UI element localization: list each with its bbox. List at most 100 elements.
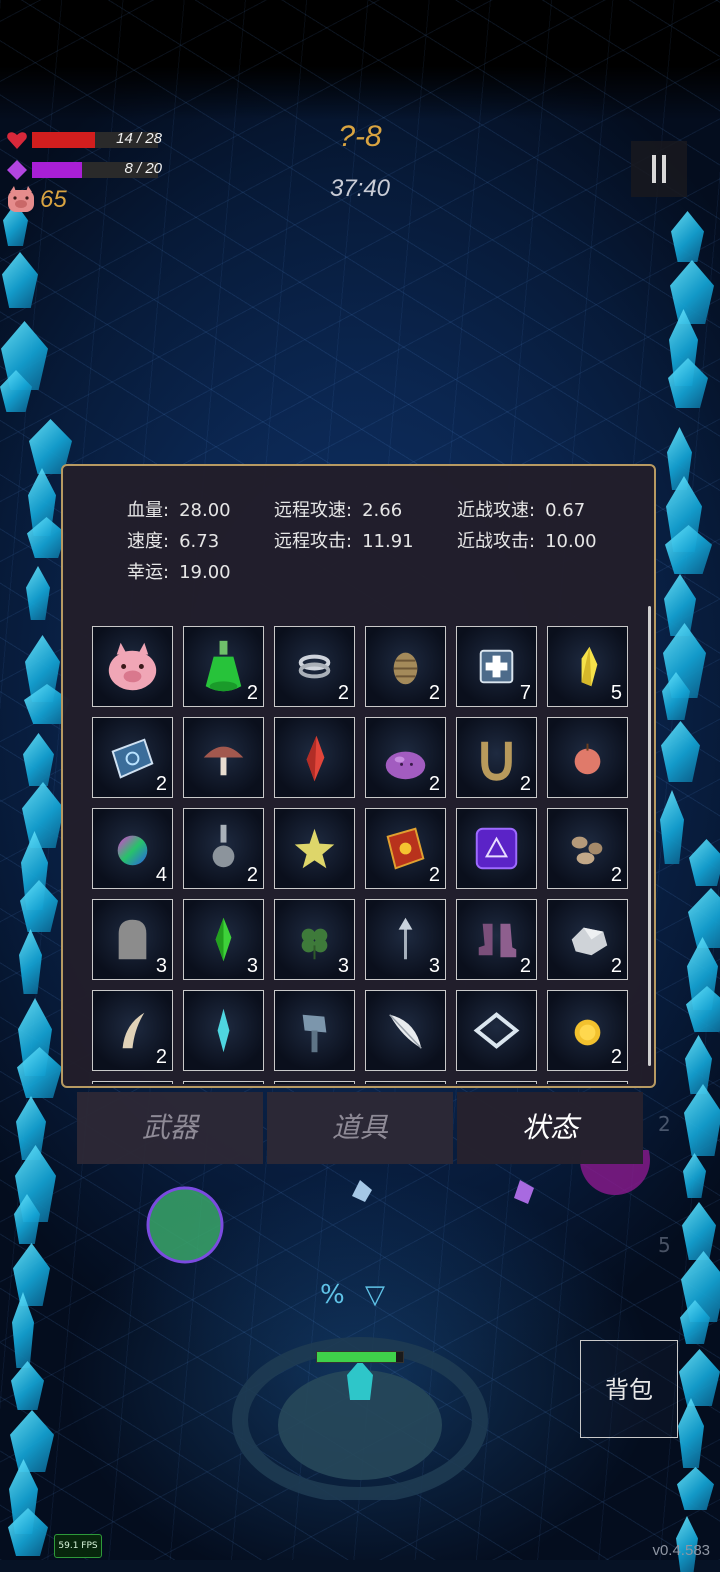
inventory-slot[interactable]: 5 [547,626,628,707]
piggy-bank-icon [108,642,157,691]
stat-luck: 幸运: 19.00 [127,558,231,584]
left-crystal-wall [0,200,72,1560]
tab-weapons[interactable]: 武器 [77,1092,263,1164]
stat-melee-attack: 近战攻击: 10.00 [457,527,597,553]
health-text: 14 / 28 [116,130,162,147]
inventory-slot[interactable]: 3 [92,899,173,980]
stat-ranged-speed: 远程攻速: 2.66 [274,496,402,522]
inventory-slot[interactable] [183,990,264,1071]
stat-label: 速度: [127,531,170,552]
stat-value: 2.66 [362,500,403,521]
inventory-slot[interactable] [183,717,264,798]
health-bar: 14 / 28 [32,130,162,148]
red-crystal-icon [306,735,325,782]
pig-coin-icon [8,186,34,212]
inventory-slot[interactable]: 2 [547,990,628,1071]
pause-button[interactable] [631,141,687,197]
item-count: 2 [337,682,349,704]
tab-items[interactable]: 道具 [267,1092,453,1164]
inventory-slot[interactable] [547,1081,628,1084]
inventory-slot[interactable] [456,808,537,889]
item-count: 2 [155,1046,167,1068]
item-count: 2 [155,773,167,795]
inventory-slot[interactable] [547,717,628,798]
mushroom-icon [203,746,244,776]
item-count: 7 [519,682,531,704]
stat-label: 远程攻速: [274,500,353,521]
mana-gem-icon [7,160,27,180]
inventory-slot[interactable]: 4 [92,808,173,889]
fps-counter: 59.1 FPS [54,1534,102,1558]
diamond-plate-icon [473,1012,520,1049]
feather-icon [389,1014,422,1049]
inventory-slot[interactable] [274,1081,355,1084]
inventory-grid: 2 2 2 7 5 2 2 2 4 2 2 2 3 3 3 3 2 2 2 2 [92,626,638,1084]
inventory-slot[interactable] [274,717,355,798]
stat-label: 远程攻击: [274,531,353,552]
item-count: 4 [155,864,167,886]
mana-row: 8 / 20 [6,158,162,182]
health-row: 14 / 28 [6,128,162,152]
inventory-slot[interactable]: 2 [456,717,537,798]
inventory-slot[interactable]: 2 [365,808,446,889]
inventory-slot[interactable] [365,990,446,1071]
item-count: 2 [428,682,440,704]
inventory-slot[interactable] [274,808,355,889]
inventory-slot[interactable]: 2 [183,808,264,889]
item-count: 5 [610,682,622,704]
heart-icon [7,132,27,149]
inventory-slot[interactable] [456,990,537,1071]
inventory-slot[interactable] [92,1081,173,1084]
version-label: v0.4.583 [652,1542,710,1559]
inventory-slot[interactable]: 2 [547,899,628,980]
stat-value: 10.00 [545,531,597,552]
inventory-slot[interactable]: 2 [547,808,628,889]
stat-label: 幸运: [127,562,170,583]
item-count: 2 [428,773,440,795]
item-count: 2 [519,955,531,977]
item-count: 2 [519,773,531,795]
coin-count: 65 [40,186,67,213]
inventory-slot[interactable]: 2 [456,899,537,980]
mana-text: 8 / 20 [124,160,162,177]
inventory-slot[interactable]: 2 [183,626,264,707]
item-count: 2 [610,955,622,977]
ghost-count: 2 [658,1112,671,1136]
inventory-slot[interactable]: 2 [365,626,446,707]
bag-button[interactable]: 背包 [580,1340,678,1438]
stone-hammer-icon [302,1014,327,1053]
inventory-slot[interactable]: 3 [183,899,264,980]
player-health-bar [316,1351,404,1363]
item-count: 3 [337,955,349,977]
apple-icon [574,743,601,775]
inventory-slot[interactable]: 3 [365,899,446,980]
ghost-count: 5 [658,1233,671,1257]
inventory-slot[interactable] [456,1081,537,1084]
inventory-slot[interactable] [92,626,173,707]
inventory-slot[interactable]: 3 [274,899,355,980]
player-platform [232,1337,488,1500]
inventory-slot[interactable] [365,1081,446,1084]
golden-star-icon [294,828,335,869]
tab-status[interactable]: 状态 [457,1092,643,1164]
level-indicator: ?-8 [338,120,382,153]
inventory-slot[interactable]: 2 [92,717,173,798]
status-panel: 血量: 28.00 速度: 6.73 幸运: 19.00 远程攻速: 2.66 远程攻击… [61,464,656,1088]
inventory-slot[interactable] [274,990,355,1071]
stat-hp: 血量: 28.00 [127,496,231,522]
purple-rune-icon [475,827,518,870]
stat-value: 11.91 [362,531,414,552]
stat-ranged-attack: 远程攻击: 11.91 [274,527,414,553]
inventory-slot[interactable]: 7 [456,626,537,707]
mana-bar: 8 / 20 [32,160,162,178]
stat-value: 28.00 [179,500,231,521]
inventory-slot[interactable]: 2 [274,626,355,707]
inventory-slot[interactable] [183,1081,264,1084]
stat-label: 近战攻击: [457,531,536,552]
item-count: 3 [246,955,258,977]
item-count: 2 [246,682,258,704]
inventory-slot[interactable]: 2 [92,990,173,1071]
inventory-slot[interactable]: 2 [365,717,446,798]
coin-row: 65 [6,186,67,213]
inventory-scrollbar[interactable] [648,606,651,1066]
